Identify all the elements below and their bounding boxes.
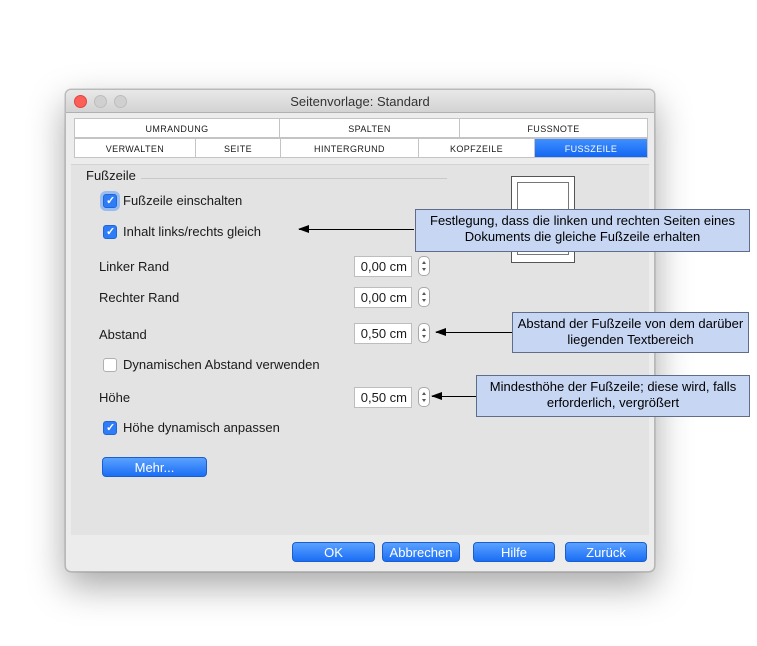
help-button[interactable]: Hilfe [473,542,555,562]
height-callout: Mindesthöhe der Fußzeile; diese wird, fa… [476,375,750,417]
cancel-button[interactable]: Abbrechen [382,542,460,562]
window-title: Seitenvorlage: Standard [290,94,430,109]
spacing-label: Abstand [99,327,147,342]
height-label: Höhe [99,390,131,405]
left-margin-field[interactable]: 0,00 cm [354,256,412,277]
spacing-field[interactable]: 0,50 cm [354,323,412,344]
height-stepper[interactable] [418,387,430,407]
tab-header[interactable]: Kopfzeile [419,139,535,157]
same-content-label: Inhalt links/rechts gleich [123,224,262,239]
left-margin-label: Linker Rand [99,259,170,274]
same-content-arrow [298,225,414,233]
autofit-height-checkbox[interactable] [103,421,117,435]
spacing-callout: Abstand der Fußzeile von dem darüber lie… [512,312,749,353]
tab-page[interactable]: Seite [196,139,281,157]
more-button[interactable]: Mehr... [102,457,207,477]
enable-footer-checkbox[interactable] [103,194,117,208]
spacing-stepper[interactable] [418,323,430,343]
tab-row-top: Umrandung Spalten Fussnote [74,118,648,138]
title-bar[interactable]: Seitenvorlage: Standard [66,90,654,113]
tab-organizer[interactable]: Verwalten [75,139,196,157]
height-arrow [431,392,476,400]
height-field[interactable]: 0,50 cm [354,387,412,408]
section-divider [141,178,447,179]
dynamic-spacing-label: Dynamischen Abstand verwenden [123,357,320,372]
right-margin-label: Rechter Rand [99,290,180,305]
tab-row-bottom: Verwalten Seite Hintergrund Kopfzeile Fu… [74,138,648,158]
tab-footer[interactable]: Fusszeile [535,139,647,157]
same-content-checkbox[interactable] [103,225,117,239]
back-button[interactable]: Zurück [565,542,647,562]
spacing-arrow [435,328,512,336]
left-margin-stepper[interactable] [418,256,430,276]
tab-background[interactable]: Hintergrund [281,139,419,157]
ok-button[interactable]: OK [292,542,375,562]
enable-footer-label: Fußzeile einschalten [123,193,243,208]
same-content-callout: Festlegung, dass die linken und rechten … [415,209,750,252]
section-title: Fußzeile [86,168,136,183]
tab-borders[interactable]: Umrandung [75,119,280,137]
tab-footnote[interactable]: Fussnote [460,119,647,137]
right-margin-field[interactable]: 0,00 cm [354,287,412,308]
tab-columns[interactable]: Spalten [280,119,460,137]
right-margin-stepper[interactable] [418,287,430,307]
dynamic-spacing-checkbox[interactable] [103,358,117,372]
autofit-height-label: Höhe dynamisch anpassen [123,420,280,435]
